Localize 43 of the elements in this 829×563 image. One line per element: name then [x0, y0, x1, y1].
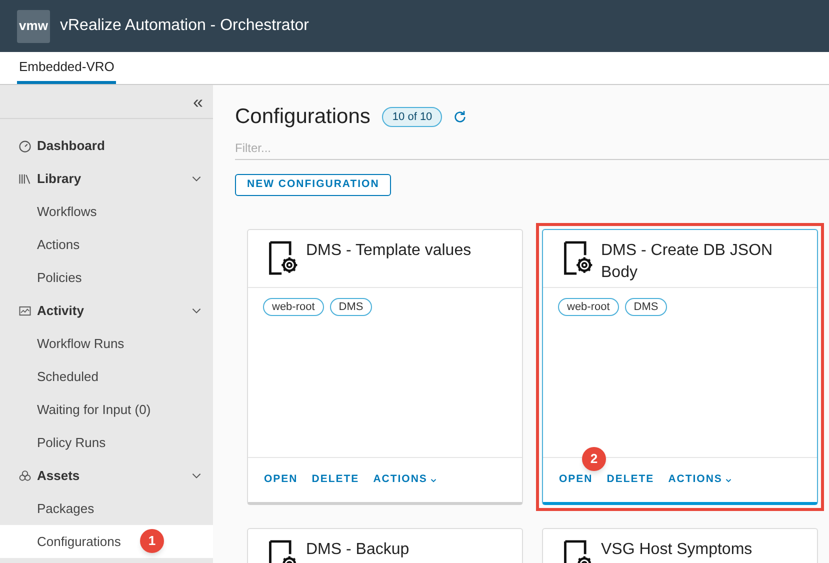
- books-icon: [18, 172, 32, 186]
- card-title: DMS - Backup: [306, 540, 410, 560]
- new-configuration-button[interactable]: NEW CONFIGURATION: [235, 174, 392, 196]
- nav-section[interactable]: Library: [0, 162, 213, 195]
- refresh-icon: [452, 109, 468, 125]
- count-badge: 10 of 10: [382, 106, 442, 128]
- gauge-icon: [18, 138, 32, 152]
- nav-section[interactable]: Dashboard: [0, 129, 213, 162]
- card-action-button[interactable]: OPEN: [559, 472, 593, 488]
- configuration-icon: [266, 241, 300, 275]
- circles-icon: [18, 468, 32, 482]
- nav-item[interactable]: Scheduled: [0, 360, 213, 393]
- tag: web-root: [558, 298, 619, 316]
- card-title: DMS - Create DB JSON Body: [601, 241, 774, 283]
- nav-item[interactable]: Workflow Runs: [0, 327, 213, 360]
- tag: DMS: [624, 298, 668, 316]
- filter-field[interactable]: Filter...: [235, 136, 829, 160]
- nav-item[interactable]: Policy Runs: [0, 426, 213, 459]
- card-action-button[interactable]: ACTIONS: [373, 472, 438, 488]
- nav-item[interactable]: Policies: [0, 261, 213, 294]
- nav-item[interactable]: Actions: [0, 228, 213, 261]
- callout-badge: 1: [140, 529, 164, 553]
- card-title: DMS - Template values: [306, 241, 472, 261]
- card-action-button[interactable]: DELETE: [606, 472, 654, 488]
- nav-item[interactable]: Configurations 1: [0, 525, 213, 558]
- tag: DMS: [330, 298, 372, 316]
- nav-item[interactable]: Packages: [0, 492, 213, 525]
- logo: vmw: [17, 10, 50, 42]
- nav-item[interactable]: Workflows: [0, 195, 213, 228]
- nav-section[interactable]: Activity: [0, 294, 213, 327]
- card-title: VSG Host Symptoms: [601, 540, 752, 560]
- callout-badge: 2: [582, 447, 606, 471]
- chart-icon: [18, 304, 32, 318]
- card-action-button[interactable]: OPEN: [264, 472, 298, 488]
- app-title: vRealize Automation - Orchestrator: [60, 16, 309, 36]
- card-action-button[interactable]: DELETE: [312, 472, 360, 488]
- collapse-button[interactable]: «: [192, 92, 203, 110]
- nav-item[interactable]: Waiting for Input (0): [0, 393, 213, 426]
- configuration-icon: [561, 241, 595, 275]
- card-action-button[interactable]: ACTIONS: [668, 472, 734, 488]
- tag: web-root: [263, 298, 324, 316]
- nav-section[interactable]: Assets: [0, 459, 213, 492]
- page-title: Configurations: [235, 104, 370, 130]
